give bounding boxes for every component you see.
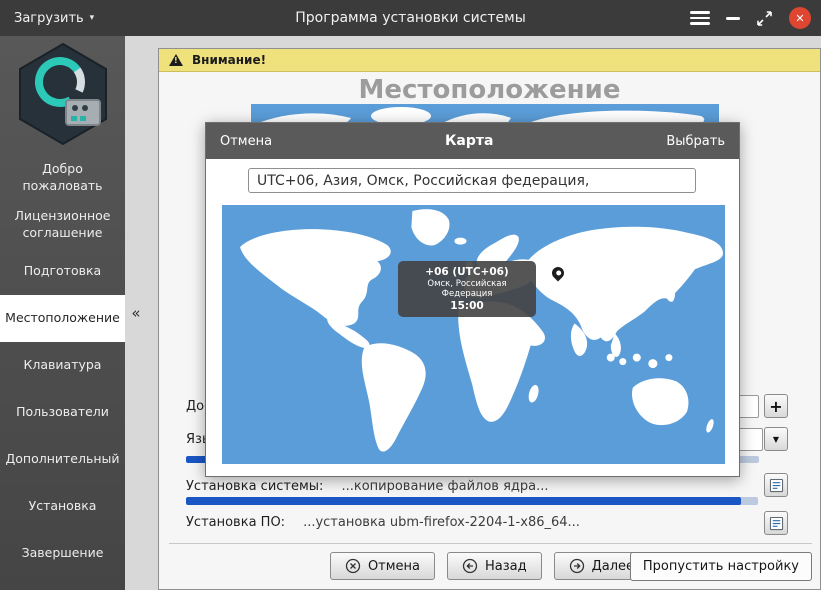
- software-install-progressbar: [186, 497, 758, 505]
- warning-icon: [169, 54, 183, 66]
- window-title: Программа установки системы: [295, 10, 526, 26]
- system-install-row: Установка системы: ...копирование файлов …: [186, 479, 549, 494]
- footer-divider: [169, 543, 812, 544]
- sidebar-collapse-button[interactable]: «: [127, 299, 145, 327]
- software-log-button[interactable]: [764, 511, 788, 535]
- maximize-icon[interactable]: [756, 10, 773, 27]
- minimize-icon[interactable]: [726, 17, 740, 20]
- dialog-title: Карта: [445, 133, 493, 149]
- chevron-down-icon: ▾: [90, 13, 95, 23]
- next-arrow-icon: [569, 558, 585, 574]
- progress-fill: [186, 497, 741, 505]
- app-logo: [16, 42, 110, 150]
- installer-window: Загрузить ▾ Программа установки системы …: [0, 0, 821, 590]
- sidebar: Добро пожаловать Лицензионное соглашение…: [0, 36, 125, 590]
- warning-text: Внимание!: [192, 53, 266, 67]
- window-controls: ✕: [690, 0, 811, 36]
- back-arrow-icon: [462, 558, 478, 574]
- timezone-search-input[interactable]: [248, 168, 696, 193]
- system-log-button[interactable]: [764, 473, 788, 497]
- map-dialog: Отмена Карта Выбрать: [205, 122, 740, 477]
- tooltip-place: Омск, Российская Федерация: [402, 279, 532, 299]
- progress-label: Установка системы:: [186, 479, 323, 494]
- cancel-circle-icon: [345, 558, 361, 574]
- world-map-graphic: [222, 205, 725, 464]
- sidebar-item-install[interactable]: Установка: [0, 483, 125, 530]
- sidebar-item-location[interactable]: Местоположение: [0, 295, 125, 342]
- sidebar-item-preparation[interactable]: Подготовка: [0, 248, 125, 295]
- warning-banner: Внимание!: [159, 49, 820, 72]
- sidebar-item-license[interactable]: Лицензионное соглашение: [0, 201, 125, 248]
- tooltip-timezone: +06 (UTC+06): [402, 266, 532, 278]
- skip-setup-button[interactable]: Пропустить настройку: [630, 552, 812, 581]
- progress-label: Установка ПО:: [186, 515, 285, 530]
- timezone-tooltip: +06 (UTC+06) Омск, Российская Федерация …: [398, 261, 536, 317]
- sidebar-item-finish[interactable]: Завершение: [0, 530, 125, 577]
- dropdown-arrow-button[interactable]: ▼: [764, 427, 788, 451]
- cancel-button[interactable]: Отмена: [330, 552, 435, 580]
- progress-status: ...установка ubm-firefox-2204-1-x86_64..…: [303, 515, 580, 530]
- sidebar-item-users[interactable]: Пользователи: [0, 389, 125, 436]
- page-title: Местоположение: [159, 75, 820, 105]
- log-icon: [769, 516, 784, 531]
- titlebar: Загрузить ▾ Программа установки системы …: [0, 0, 821, 36]
- menu-icon[interactable]: [690, 11, 710, 25]
- dialog-cancel-button[interactable]: Отмена: [220, 134, 272, 149]
- world-map[interactable]: +06 (UTC+06) Омск, Российская Федерация …: [222, 205, 725, 464]
- tooltip-time: 15:00: [402, 300, 532, 312]
- sidebar-item-keyboard[interactable]: Клавиатура: [0, 342, 125, 389]
- software-install-row: Установка ПО: ...установка ubm-firefox-22…: [186, 515, 580, 530]
- sidebar-item-additional[interactable]: Дополнительный: [0, 436, 125, 483]
- load-button[interactable]: Загрузить ▾: [0, 0, 108, 36]
- close-icon[interactable]: ✕: [789, 7, 811, 29]
- installer-steps-nav: Добро пожаловать Лицензионное соглашение…: [0, 154, 125, 577]
- map-dialog-header: Отмена Карта Выбрать: [206, 123, 739, 159]
- log-icon: [769, 478, 784, 493]
- back-button[interactable]: Назад: [447, 552, 542, 580]
- dialog-select-button[interactable]: Выбрать: [666, 134, 725, 149]
- progress-status: ...копирование файлов ядра...: [341, 479, 548, 494]
- load-button-label: Загрузить: [14, 11, 84, 26]
- sidebar-item-welcome[interactable]: Добро пожаловать: [0, 154, 125, 201]
- add-button[interactable]: +: [764, 394, 788, 418]
